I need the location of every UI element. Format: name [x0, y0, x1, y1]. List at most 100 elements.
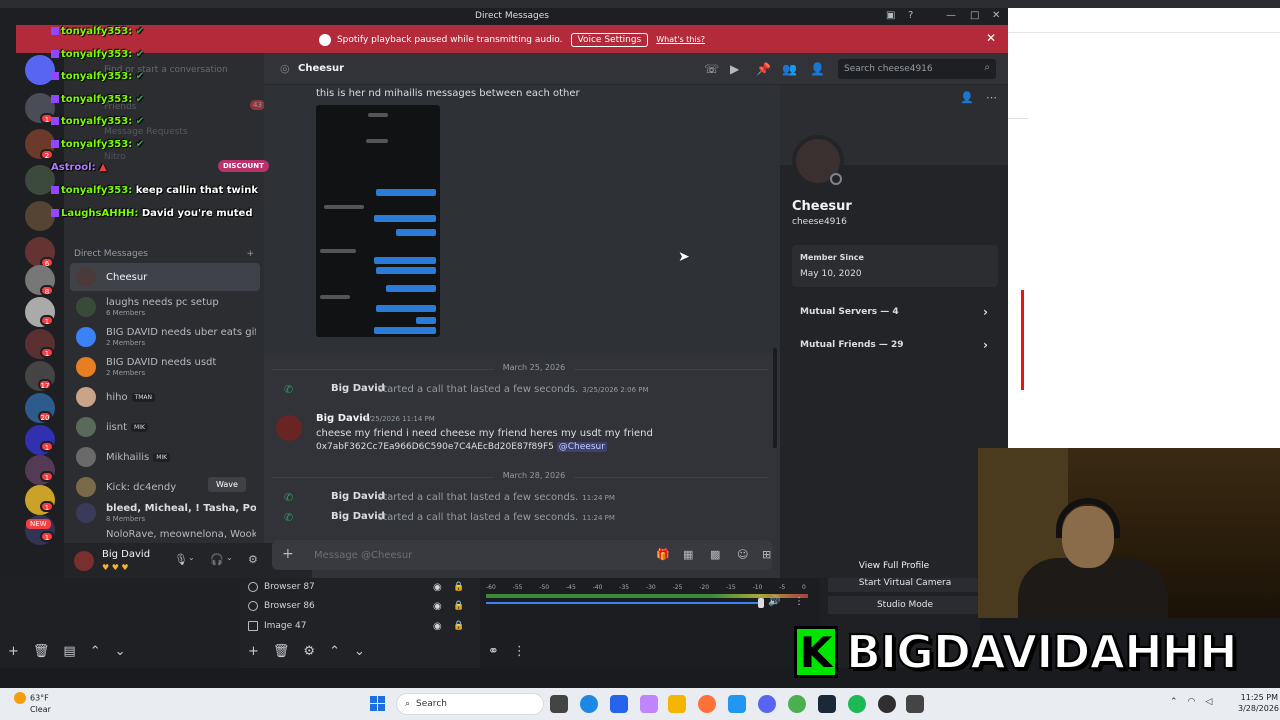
task-view-icon[interactable]: [550, 695, 568, 713]
source-row[interactable]: Image 47 ◉ 🔒: [248, 617, 468, 635]
author-avatar[interactable]: [276, 415, 302, 441]
volume-slider[interactable]: [486, 602, 764, 604]
remove-source-icon[interactable]: 🗑: [273, 644, 290, 659]
clock[interactable]: 11:25 PM 3/28/2026: [1238, 692, 1279, 714]
profile-toggle-icon[interactable]: 👤: [810, 62, 825, 76]
source-settings-icon[interactable]: ⚙: [303, 644, 315, 659]
sticker-icon[interactable]: ▩: [710, 548, 720, 561]
firefox-icon[interactable]: [698, 695, 716, 713]
settings-gear-icon[interactable]: ⚙: [248, 553, 258, 566]
emoji-icon[interactable]: ☺: [737, 548, 748, 561]
source-row[interactable]: Browser 86 ◉ 🔒: [248, 597, 468, 615]
chevron-down-icon[interactable]: ⌄: [188, 553, 195, 562]
app-icon[interactable]: [728, 695, 746, 713]
store-icon[interactable]: [610, 695, 628, 713]
move-down-icon[interactable]: ⌄: [115, 644, 126, 659]
dm-item[interactable]: Mikhailis MIK: [70, 443, 260, 471]
lock-icon[interactable]: 🔒: [453, 601, 464, 611]
dm-item[interactable]: Cheesur: [70, 263, 260, 291]
studio-mode-button[interactable]: Studio Mode: [828, 596, 982, 614]
close-banner-icon[interactable]: ✕: [986, 31, 996, 45]
apps-icon[interactable]: ⊞: [762, 548, 771, 561]
add-friends-icon[interactable]: 👥: [782, 62, 797, 76]
voice-settings-button[interactable]: Voice Settings: [570, 33, 649, 47]
author-name[interactable]: Big David: [316, 413, 370, 424]
dm-item[interactable]: BIG DAVID needs uber eats gift... 2 Memb…: [70, 323, 260, 351]
lock-icon[interactable]: 🔒: [453, 582, 464, 592]
dm-item[interactable]: NoloRave, meownelona, Wooke...: [70, 525, 260, 541]
add-source-icon[interactable]: +: [248, 644, 259, 659]
gift-icon[interactable]: 🎁: [656, 548, 670, 561]
create-dm-icon[interactable]: +: [246, 249, 254, 259]
inbox-icon[interactable]: ▣: [886, 10, 895, 21]
dm-item[interactable]: laughs needs pc setup 6 Members: [70, 293, 260, 321]
start-button[interactable]: [370, 696, 386, 712]
author-name[interactable]: Big David: [331, 491, 385, 502]
taskbar-search[interactable]: ⌕ Search: [396, 693, 544, 715]
dm-item[interactable]: BIG DAVID needs usdt 2 Members: [70, 353, 260, 381]
filter-icon[interactable]: ▤: [63, 644, 75, 659]
help-icon[interactable]: ?: [908, 10, 913, 21]
microphone-icon[interactable]: 🎙: [174, 553, 188, 566]
headphones-icon[interactable]: 🎧: [210, 553, 224, 566]
copilot-icon[interactable]: [640, 695, 658, 713]
voice-call-icon[interactable]: ☏: [704, 62, 719, 76]
wave-button[interactable]: Wave: [208, 477, 246, 492]
add-attachment-icon[interactable]: +: [282, 546, 294, 562]
volume-icon[interactable]: ◁: [1205, 697, 1212, 707]
add-friend-icon[interactable]: 👤: [960, 91, 974, 104]
visibility-eye-icon[interactable]: ◉: [433, 621, 442, 632]
chevron-down-icon[interactable]: ⌄: [226, 553, 233, 562]
weather-widget[interactable]: 63°F Clear: [14, 692, 51, 715]
steam-icon[interactable]: [818, 695, 836, 713]
visibility-eye-icon[interactable]: ◉: [433, 582, 442, 593]
chat-user: tonyalfy353:: [61, 116, 133, 127]
user-mention[interactable]: @Cheesur: [556, 442, 607, 452]
minimize-icon[interactable]: —: [946, 10, 956, 21]
move-down-icon[interactable]: ⌄: [354, 644, 365, 659]
visibility-eye-icon[interactable]: ◉: [433, 601, 442, 612]
file-explorer-icon[interactable]: [668, 695, 686, 713]
mutual-friends-row[interactable]: Mutual Friends — 29 ›: [792, 332, 998, 358]
chrome-icon[interactable]: [788, 695, 806, 713]
whats-this-link[interactable]: What's this?: [656, 35, 705, 44]
dm-item[interactable]: bleed, Micheal, ! Tasha, Pookie,... 8 Me…: [70, 499, 260, 527]
remove-scene-icon[interactable]: 🗑: [33, 644, 50, 659]
move-up-icon[interactable]: ⌃: [329, 644, 340, 659]
lock-icon[interactable]: 🔒: [453, 621, 464, 631]
add-scene-icon[interactable]: +: [8, 644, 19, 659]
spotify-icon[interactable]: [848, 695, 866, 713]
attached-image[interactable]: [316, 105, 440, 337]
wifi-icon[interactable]: ◠: [1188, 697, 1196, 707]
message-composer[interactable]: + Message @Cheesur 🎁 ▦ ▩ ☺ ⊞: [272, 540, 772, 570]
volume-slider-handle[interactable]: [758, 598, 764, 608]
gif-icon[interactable]: ▦: [683, 548, 693, 561]
dm-item[interactable]: Kick: dc4endy Wave: [70, 473, 260, 501]
source-row[interactable]: Browser 87 ◉ 🔒: [248, 578, 468, 596]
user-avatar[interactable]: [74, 551, 94, 571]
speaker-icon[interactable]: 🔊: [768, 596, 780, 607]
app-icon[interactable]: [906, 695, 924, 713]
more-icon[interactable]: ⋯: [986, 91, 997, 104]
author-name[interactable]: Big David: [331, 383, 385, 394]
pin-icon[interactable]: 📌: [756, 62, 771, 76]
view-full-profile-button[interactable]: View Full Profile: [780, 561, 1008, 571]
author-name[interactable]: Big David: [331, 511, 385, 522]
maximize-icon[interactable]: □: [970, 10, 979, 21]
user-name[interactable]: Big David: [102, 549, 150, 560]
chevron-up-icon[interactable]: ⌃: [1170, 697, 1178, 707]
mutual-servers-row[interactable]: Mutual Servers — 4 ›: [792, 299, 998, 325]
video-call-icon[interactable]: ▶: [730, 62, 739, 76]
scrollbar[interactable]: [773, 348, 777, 448]
discord-icon[interactable]: [758, 695, 776, 713]
more-options-icon[interactable]: ⋮: [794, 596, 804, 607]
menu-icon[interactable]: ⋮: [513, 644, 526, 659]
move-up-icon[interactable]: ⌃: [90, 644, 101, 659]
link-icon[interactable]: ⚭: [488, 644, 499, 659]
obs-icon[interactable]: [878, 695, 896, 713]
close-window-icon[interactable]: ✕: [992, 10, 1000, 21]
dm-item[interactable]: iisnt MIK: [70, 413, 260, 441]
search-input[interactable]: Search cheese4916 ⌕: [838, 59, 996, 79]
dm-item[interactable]: hiho TMAN: [70, 383, 260, 411]
edge-icon[interactable]: [580, 695, 598, 713]
